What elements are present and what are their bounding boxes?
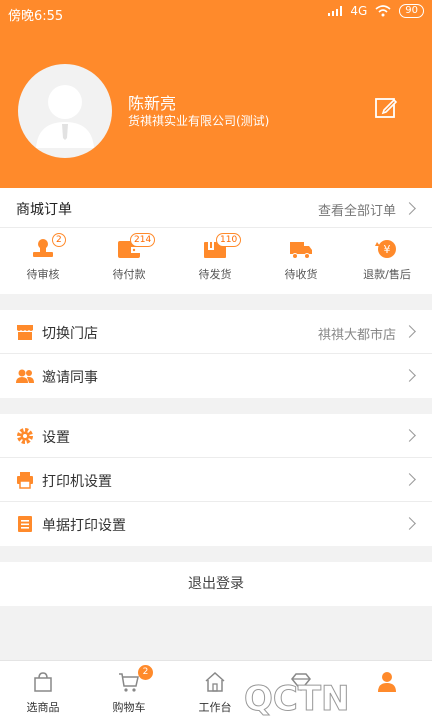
current-store-value: 祺祺大都市店 (317, 328, 396, 343)
orders-header[interactable]: 商城订单 查看全部订单 (0, 188, 432, 228)
badge: 2 (52, 233, 66, 247)
order-status-label: 待审核 (26, 268, 60, 281)
document-icon (18, 516, 32, 532)
status-time: 傍晚6:55 (8, 9, 64, 24)
tab-diamond[interactable] (258, 661, 344, 720)
mall-orders-card: 商城订单 查看全部订单 2 待审核 214 待付款 110 待发货 待收货 ¥ (0, 188, 432, 294)
status-icons: 4G 90 (328, 4, 424, 18)
orders-title: 商城订单 (16, 202, 72, 218)
svg-text:¥: ¥ (384, 243, 391, 256)
chevron-right-icon (403, 369, 416, 382)
order-status-label: 待付款 (112, 268, 146, 281)
order-status-label: 待收货 (284, 268, 318, 281)
people-icon (16, 369, 34, 383)
order-status-label: 待发货 (198, 268, 232, 281)
order-status-refund[interactable]: ¥ 退款/售后 (344, 228, 430, 294)
tab-label: 选商品 (26, 701, 60, 714)
chevron-right-icon (403, 429, 416, 442)
store-menu-group: 切换门店 祺祺大都市店 邀请同事 (0, 310, 432, 398)
chevron-right-icon (403, 473, 416, 486)
signal-icon (328, 6, 343, 16)
status-bar: 傍晚6:55 4G 90 (0, 0, 432, 26)
badge: 110 (216, 233, 242, 247)
battery-icon: 90 (399, 4, 424, 18)
printer-settings-label: 打印机设置 (42, 474, 112, 490)
diamond-icon (291, 673, 311, 692)
tab-select-products[interactable]: 选商品 (0, 661, 86, 720)
home-icon (205, 671, 225, 692)
settings-label: 设置 (42, 430, 70, 446)
printer-icon (17, 472, 33, 489)
avatar-person-icon (36, 85, 94, 148)
order-status-pending-payment[interactable]: 214 待付款 (86, 228, 172, 294)
tab-cart[interactable]: 2 购物车 (86, 661, 172, 720)
settings-menu-group: 设置 打印机设置 单据打印设置 (0, 414, 432, 546)
logout-button[interactable]: 退出登录 (0, 562, 432, 606)
cart-badge: 2 (138, 665, 153, 680)
tab-label: 工作台 (198, 701, 232, 714)
gear-icon (17, 428, 33, 444)
tab-mine[interactable] (344, 661, 430, 720)
order-status-pending-shipment[interactable]: 110 待发货 (172, 228, 258, 294)
order-status-label: 退款/售后 (363, 268, 411, 281)
switch-store-row[interactable]: 切换门店 祺祺大都市店 (0, 310, 432, 354)
bottom-tab-bar: 选商品 2 购物车 工作台 (0, 660, 432, 720)
invite-colleague-row[interactable]: 邀请同事 (0, 354, 432, 398)
chevron-right-icon (403, 325, 416, 338)
receipt-print-settings-label: 单据打印设置 (42, 518, 126, 534)
user-icon (378, 672, 396, 692)
cart-icon (119, 673, 139, 692)
badge: 214 (130, 233, 156, 247)
refund-icon: ¥ (375, 240, 396, 258)
printer-settings-row[interactable]: 打印机设置 (0, 458, 432, 502)
truck-icon (290, 242, 312, 259)
edit-profile-icon[interactable] (374, 96, 398, 120)
company-name: 货祺祺实业有限公司(测试) (128, 114, 270, 128)
shopping-bag-icon (34, 672, 52, 692)
store-icon (17, 325, 33, 340)
profile-header: 傍晚6:55 4G 90 陈新亮 货祺祺实业有限公司(测试) (0, 0, 432, 188)
wifi-icon (375, 5, 391, 17)
receipt-print-settings-row[interactable]: 单据打印设置 (0, 502, 432, 546)
tab-workbench[interactable]: 工作台 (172, 661, 258, 720)
tab-label: 购物车 (112, 701, 146, 714)
user-name: 陈新亮 (128, 94, 177, 113)
chevron-right-icon (403, 517, 416, 530)
invite-colleague-label: 邀请同事 (42, 370, 98, 386)
chevron-right-icon (403, 202, 416, 215)
order-status-pending-review[interactable]: 2 待审核 (0, 228, 86, 294)
view-all-orders-link[interactable]: 查看全部订单 (318, 200, 396, 219)
order-status-pending-receipt[interactable]: 待收货 (258, 228, 344, 294)
switch-store-label: 切换门店 (42, 326, 98, 342)
network-type: 4G (350, 4, 368, 18)
settings-row[interactable]: 设置 (0, 414, 432, 458)
avatar[interactable] (18, 64, 112, 158)
